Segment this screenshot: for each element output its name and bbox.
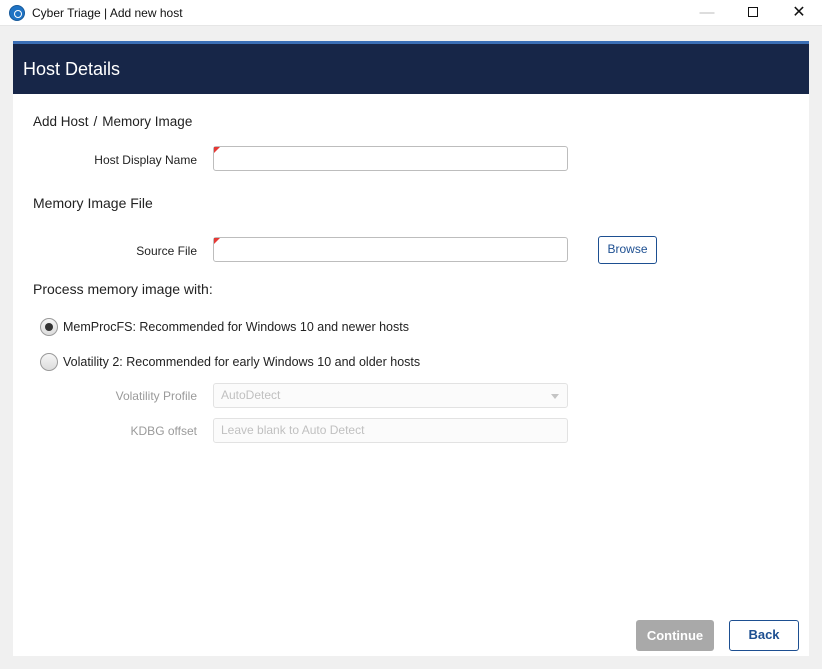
radio-volatility2-circle[interactable]: [40, 353, 58, 371]
breadcrumb: Add Host / Memory Image: [33, 114, 192, 129]
host-display-name-input[interactable]: [214, 147, 567, 170]
window-title: Cyber Triage | Add new host: [32, 6, 183, 20]
volatility-profile-value: AutoDetect: [221, 388, 281, 402]
breadcrumb-separator: /: [93, 114, 98, 129]
browse-button[interactable]: Browse: [598, 236, 657, 264]
radio-memprocfs-circle[interactable]: [40, 318, 58, 336]
back-button[interactable]: Back: [729, 620, 799, 651]
radio-memprocfs-label[interactable]: MemProcFS: Recommended for Windows 10 an…: [63, 320, 409, 334]
process-with-title: Process memory image with:: [33, 281, 213, 297]
volatility-profile-label: Volatility Profile: [115, 389, 197, 403]
chevron-down-icon: [551, 394, 559, 399]
continue-button[interactable]: Continue: [636, 620, 714, 651]
dialog-header: Host Details: [13, 44, 809, 94]
host-display-name-label: Host Display Name: [94, 153, 197, 167]
maximize-icon: [748, 7, 758, 17]
breadcrumb-add-host[interactable]: Add Host: [33, 114, 89, 129]
window-titlebar[interactable]: Cyber Triage | Add new host — ✕: [0, 0, 822, 26]
maximize-button[interactable]: [730, 0, 776, 26]
host-details-dialog: Host Details Add Host / Memory Image Host …: [13, 41, 809, 656]
volatility-profile-select[interactable]: AutoDetect: [213, 383, 568, 408]
breadcrumb-memory-image: Memory Image: [102, 114, 193, 129]
memory-image-section-title: Memory Image File: [33, 195, 153, 211]
kdbg-offset-label: KDBG offset: [130, 424, 197, 438]
source-file-field[interactable]: [213, 237, 568, 262]
kdbg-offset-placeholder: Leave blank to Auto Detect: [221, 423, 365, 437]
cyber-triage-logo-icon: [9, 5, 25, 21]
source-file-label: Source File: [136, 244, 197, 258]
radio-volatility2-label[interactable]: Volatility 2: Recommended for early Wind…: [63, 355, 420, 369]
host-display-name-field[interactable]: [213, 146, 568, 171]
close-button[interactable]: ✕: [776, 0, 822, 26]
source-file-input[interactable]: [214, 238, 567, 261]
minimize-button[interactable]: —: [684, 0, 730, 26]
kdbg-offset-field[interactable]: Leave blank to Auto Detect: [213, 418, 568, 443]
